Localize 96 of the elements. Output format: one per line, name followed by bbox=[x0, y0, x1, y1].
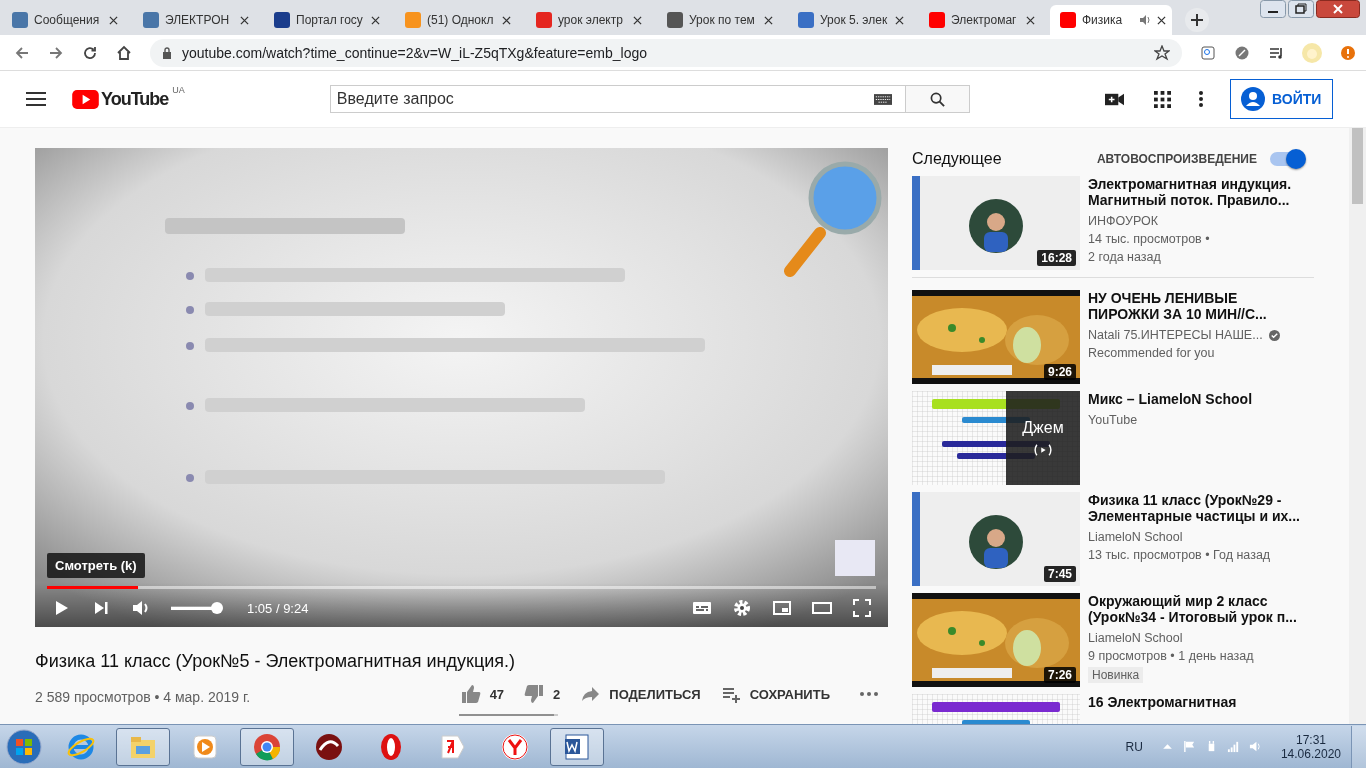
close-icon[interactable] bbox=[502, 15, 511, 25]
minimize-icon[interactable] bbox=[1260, 0, 1286, 18]
video-title[interactable]: Электромагнитная индукция. Магнитный поток. Правило... bbox=[1088, 176, 1308, 208]
forward-icon[interactable] bbox=[48, 44, 64, 61]
browser-tab[interactable]: Сообщения bbox=[2, 5, 124, 35]
mix-label: Джем bbox=[1022, 419, 1064, 437]
keyboard-icon[interactable] bbox=[873, 94, 892, 105]
section-heading: Следующее bbox=[912, 150, 1002, 168]
browser-tab[interactable]: Физика bbox=[1050, 5, 1172, 35]
browser-tab[interactable]: (51) Однокл bbox=[395, 5, 517, 35]
video-meta: 2 года назад bbox=[1088, 249, 1162, 266]
alert-icon[interactable] bbox=[1340, 44, 1356, 61]
duration-badge: 9:26 bbox=[1043, 364, 1076, 380]
new-badge: Новинка bbox=[1088, 667, 1144, 683]
logo-text[interactable]: YouTube bbox=[101, 88, 169, 110]
language-indicator[interactable]: RU bbox=[1125, 739, 1143, 754]
account-icon bbox=[1241, 87, 1265, 111]
apps-grid-icon[interactable] bbox=[1153, 90, 1172, 108]
duration-badge: 7:45 bbox=[1043, 566, 1076, 582]
address-field[interactable]: youtube.com/watch?time_continue=2&v=W_iL-Z5qTXg&feature=emb_logo bbox=[150, 38, 1182, 67]
lock-icon bbox=[162, 46, 172, 59]
clock-time[interactable]: 17:31 bbox=[1295, 732, 1326, 747]
radio-waves-icon bbox=[1032, 443, 1054, 457]
speaker-icon[interactable] bbox=[1139, 14, 1151, 26]
like-button[interactable]: 47 bbox=[452, 678, 513, 710]
share-arrow-icon bbox=[580, 684, 601, 704]
thumbs-up-icon bbox=[460, 684, 481, 704]
video-meta: 13 тыс. просмотров • Год назад bbox=[1088, 547, 1272, 564]
channel-name[interactable]: Natali 75.ИНТЕРЕСЫ НАШЕ... bbox=[1088, 326, 1263, 344]
autoplay-label: АВТОВОСПРОИЗВЕДЕНИЕ bbox=[1096, 152, 1257, 166]
progress-bar[interactable] bbox=[47, 586, 876, 589]
more-icon[interactable] bbox=[1199, 91, 1203, 107]
sign-in-button[interactable]: ВОЙТИ bbox=[1230, 79, 1333, 119]
browser-tab[interactable]: Урок 5. элек bbox=[788, 5, 910, 35]
channel-name[interactable]: ИНФОУРОК bbox=[1088, 212, 1158, 230]
close-icon[interactable] bbox=[1316, 0, 1360, 18]
search-field[interactable]: Введите запрос bbox=[329, 85, 906, 113]
close-icon[interactable] bbox=[109, 15, 118, 25]
search-button[interactable] bbox=[905, 85, 970, 113]
close-icon[interactable] bbox=[1026, 15, 1035, 25]
extension-icon[interactable] bbox=[1234, 44, 1250, 61]
video-title[interactable]: Физика 11 класс (Урок№29 - Элементарные частицы и их... bbox=[1088, 492, 1308, 524]
browser-tab[interactable]: Электромаг bbox=[919, 5, 1041, 35]
settings-icon[interactable] bbox=[732, 598, 752, 618]
back-icon[interactable] bbox=[14, 44, 30, 61]
dislike-button[interactable]: 2 bbox=[516, 678, 569, 710]
close-icon[interactable] bbox=[895, 15, 904, 25]
app-icon bbox=[252, 731, 282, 762]
bookmark-star-icon[interactable] bbox=[1154, 44, 1170, 61]
duration-badge: 7:26 bbox=[1043, 667, 1076, 683]
channel-name[interactable]: LiameloN School bbox=[1088, 528, 1183, 546]
view-stats: 2 589 просмотров • 4 мар. 2019 г. bbox=[35, 689, 251, 705]
video-title: Физика 11 класс (Урок№5 - Электромагнитная индукция.) bbox=[35, 651, 516, 672]
reload-icon[interactable] bbox=[82, 44, 98, 61]
tooltip: Смотреть (k) bbox=[47, 553, 145, 578]
share-button[interactable]: ПОДЕЛИТЬСЯ bbox=[572, 678, 709, 710]
scrollbar[interactable] bbox=[1349, 128, 1366, 724]
app-icon bbox=[314, 731, 344, 762]
start-button[interactable] bbox=[6, 728, 42, 765]
browser-tab[interactable]: Урок по тем bbox=[657, 5, 779, 35]
channel-name[interactable]: LiameloN School bbox=[1088, 629, 1183, 647]
browser-tab[interactable]: ЭЛЕКТРОН bbox=[133, 5, 255, 35]
autoplay-toggle[interactable] bbox=[1270, 152, 1304, 166]
video-title[interactable]: Окружающий мир 2 класс (Урок№34 - Итоговый урок п... bbox=[1088, 593, 1308, 625]
video-meta: 9 просмотров • 1 день назад bbox=[1088, 648, 1255, 665]
close-icon[interactable] bbox=[633, 15, 642, 25]
menu-icon[interactable] bbox=[26, 92, 46, 106]
video-title[interactable]: Микс – LiameloN School bbox=[1088, 391, 1308, 407]
extension-icon[interactable] bbox=[1200, 44, 1216, 61]
video-meta: Recommended for you bbox=[1088, 345, 1216, 362]
thumbs-down-icon bbox=[524, 684, 545, 704]
region-label: UA bbox=[172, 85, 185, 95]
duration-badge: 16:28 bbox=[1037, 250, 1076, 266]
clock-date[interactable]: 14.06.2020 bbox=[1280, 746, 1341, 761]
video-meta: 14 тыс. просмотров • bbox=[1088, 231, 1211, 248]
save-button[interactable]: СОХРАНИТЬ bbox=[712, 678, 838, 710]
video-title[interactable]: 16 Электромагнитная bbox=[1088, 694, 1308, 710]
restore-icon[interactable] bbox=[1288, 0, 1314, 18]
search-icon bbox=[929, 91, 945, 107]
miniplayer-icon[interactable] bbox=[772, 598, 792, 618]
browser-tab[interactable]: урок электр bbox=[526, 5, 648, 35]
app-icon bbox=[500, 731, 530, 762]
channel-name[interactable]: YouTube bbox=[1088, 411, 1138, 429]
home-icon[interactable] bbox=[116, 44, 132, 61]
time-display: 1:05 / 9:24 bbox=[247, 600, 309, 616]
close-icon[interactable] bbox=[240, 15, 249, 25]
close-icon[interactable] bbox=[1157, 15, 1166, 25]
browser-tab[interactable]: Портал госу bbox=[264, 5, 386, 35]
video-title[interactable]: НУ ОЧЕНЬ ЛЕНИВЫЕ ПИРОЖКИ ЗА 10 МИН//С... bbox=[1088, 290, 1308, 322]
play-logo-icon[interactable] bbox=[72, 89, 99, 109]
close-icon[interactable] bbox=[764, 15, 773, 25]
taskbar-app-button[interactable] bbox=[550, 727, 604, 766]
new-tab-button[interactable] bbox=[1185, 8, 1209, 32]
app-icon bbox=[562, 731, 592, 762]
fullscreen-icon[interactable] bbox=[852, 598, 872, 618]
close-icon[interactable] bbox=[371, 15, 380, 25]
